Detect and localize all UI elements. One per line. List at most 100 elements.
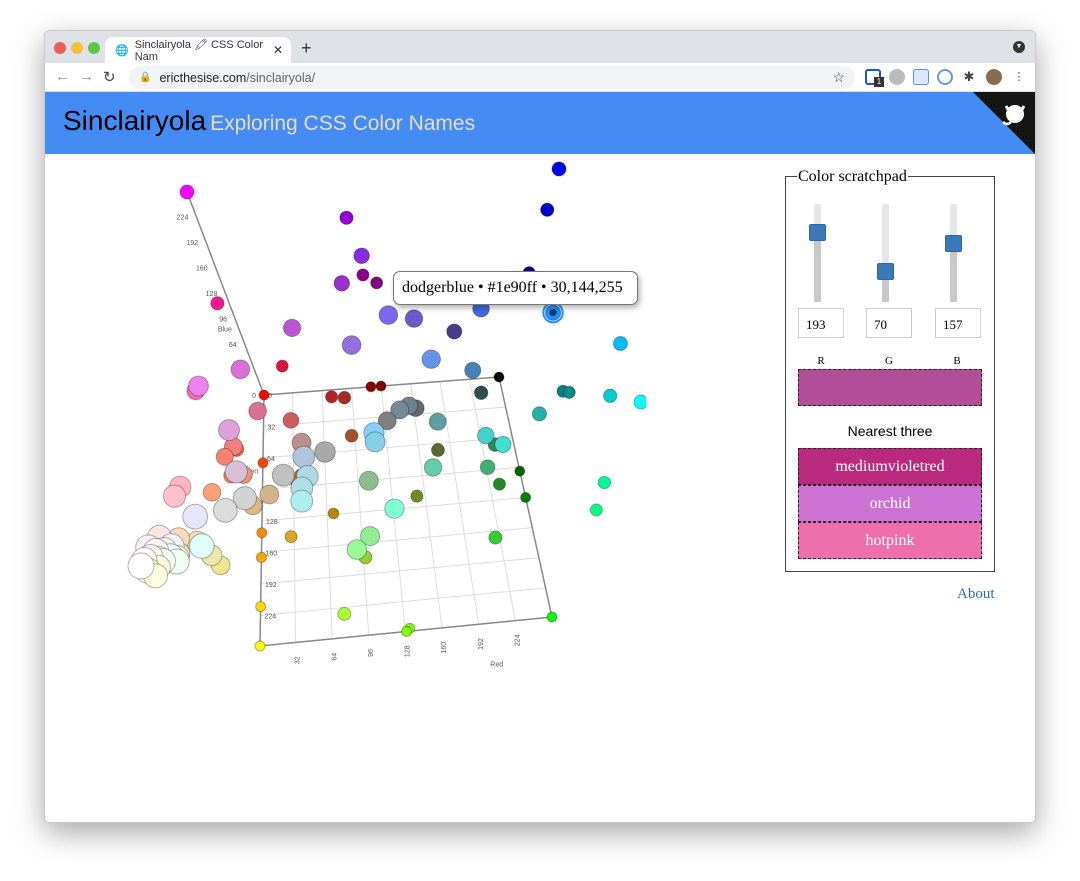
- forward-icon[interactable]: →: [79, 68, 94, 85]
- color-point-mediumorchid[interactable]: [282, 318, 302, 338]
- puzzle-extensions-icon[interactable]: ✱: [961, 69, 977, 85]
- color-point-tan[interactable]: [259, 484, 280, 505]
- avatar[interactable]: [986, 69, 1002, 85]
- color-point-lightsalmon[interactable]: [202, 482, 222, 502]
- color-point-mediumaquamarine[interactable]: [423, 458, 443, 477]
- color-point-darkviolet[interactable]: [339, 210, 354, 225]
- color-point-darkgreen[interactable]: [514, 465, 526, 477]
- color-point-violet[interactable]: [188, 375, 209, 397]
- color-point-darkmagenta[interactable]: [356, 268, 370, 282]
- color-point-darkgray[interactable]: [314, 441, 336, 463]
- color-point-sienna[interactable]: [344, 428, 359, 443]
- color-point-yellow[interactable]: [254, 640, 266, 652]
- red-input[interactable]: 193: [798, 308, 844, 338]
- color-point-chartreuse[interactable]: [401, 625, 413, 637]
- color-point-purple[interactable]: [370, 276, 384, 290]
- bookmark-star-icon[interactable]: ☆: [832, 69, 845, 86]
- color-point-darkturquoise[interactable]: [603, 388, 618, 403]
- color-point-palevioletred[interactable]: [248, 401, 267, 421]
- color-point-mediumturquoise[interactable]: [477, 426, 495, 445]
- reload-icon[interactable]: ↻: [103, 68, 116, 86]
- color-point-slateblue[interactable]: [404, 309, 424, 328]
- color-point-orange[interactable]: [255, 551, 267, 563]
- color-point-darkred[interactable]: [365, 381, 377, 393]
- color-point-darkslategray[interactable]: [473, 385, 489, 400]
- color-point-plum[interactable]: [218, 419, 240, 442]
- address-bar[interactable]: 🔒 ericthesise.com/sinclairyola/ ☆: [129, 66, 855, 89]
- color-3d-scatter[interactable]: 0032323264646496969612812812816016016019…: [45, 154, 646, 823]
- color-point-white[interactable]: [127, 552, 155, 580]
- color-point-darkolivegreen[interactable]: [431, 443, 445, 457]
- color-point-aqua[interactable]: [633, 394, 646, 410]
- docs-extension-icon[interactable]: [913, 69, 929, 85]
- color-point-mediumslateblue[interactable]: [378, 305, 399, 325]
- color-point-orangered[interactable]: [257, 457, 269, 469]
- color-point-mediumblue[interactable]: [540, 202, 555, 217]
- settings-extension-icon[interactable]: [889, 69, 905, 85]
- color-point-aquamarine[interactable]: [384, 498, 405, 519]
- color-point-olivedrab[interactable]: [410, 489, 424, 503]
- color-point-black[interactable]: [493, 371, 505, 383]
- bitwarden-extension-icon[interactable]: 1: [865, 69, 884, 87]
- color-point-limegreen[interactable]: [488, 530, 503, 545]
- color-point-darkorange[interactable]: [256, 527, 268, 539]
- color-point-darkslateblue[interactable]: [446, 323, 463, 340]
- color-point-goldenrod[interactable]: [284, 530, 298, 544]
- color-point-darkcyan[interactable]: [562, 385, 576, 399]
- color-point-mediumpurple[interactable]: [341, 335, 362, 355]
- color-point-mediumspringgreen[interactable]: [597, 475, 612, 490]
- color-point-crimson[interactable]: [275, 359, 289, 373]
- color-point-orchid[interactable]: [230, 359, 251, 380]
- color-point-springgreen[interactable]: [589, 503, 603, 517]
- color-point-brown[interactable]: [337, 390, 352, 405]
- color-point-forestgreen[interactable]: [492, 477, 506, 491]
- color-point-lavender[interactable]: [182, 503, 209, 530]
- color-point-lightsteelblue[interactable]: [292, 445, 316, 469]
- close-window-button[interactable]: [54, 42, 66, 54]
- color-point-greenyellow[interactable]: [337, 606, 352, 621]
- color-point-magenta[interactable]: [179, 184, 195, 200]
- color-point-firebrick[interactable]: [325, 390, 339, 404]
- github-corner-icon[interactable]: [973, 92, 1035, 154]
- red-slider[interactable]: [809, 204, 826, 302]
- color-point-darkorchid[interactable]: [333, 275, 351, 292]
- color-point-green[interactable]: [520, 491, 532, 503]
- blue-input[interactable]: 157: [935, 308, 981, 338]
- color-point-blue[interactable]: [551, 161, 567, 177]
- menu-kebab-icon[interactable]: ⋮: [1011, 69, 1027, 85]
- close-tab-icon[interactable]: ✕: [273, 43, 283, 57]
- color-point-lightseagreen[interactable]: [531, 406, 547, 422]
- color-point-darkgoldenrod[interactable]: [327, 507, 340, 520]
- green-input[interactable]: 70: [866, 308, 912, 338]
- green-slider[interactable]: [877, 204, 894, 302]
- maximize-window-button[interactable]: [88, 42, 100, 54]
- back-icon[interactable]: ←: [55, 68, 70, 85]
- color-point-maroon[interactable]: [375, 380, 387, 392]
- nearest-color-2[interactable]: orchid: [798, 485, 982, 522]
- new-tab-button[interactable]: +: [301, 38, 312, 59]
- color-point-turquoise[interactable]: [494, 435, 512, 454]
- nearest-color-3[interactable]: hotpink: [798, 522, 982, 559]
- color-point-gold[interactable]: [255, 601, 267, 613]
- minimize-window-button[interactable]: [71, 42, 83, 54]
- color-point-thistle[interactable]: [224, 460, 248, 484]
- color-point-palegreen[interactable]: [346, 539, 368, 560]
- color-point-red[interactable]: [258, 389, 270, 401]
- color-point-gainsboro[interactable]: [212, 497, 238, 523]
- color-point-cornflowerblue[interactable]: [421, 349, 441, 369]
- about-link[interactable]: About: [957, 586, 995, 603]
- color-point-steelblue[interactable]: [464, 361, 482, 379]
- color-point-indianred[interactable]: [282, 411, 300, 429]
- color-point-deepskyblue[interactable]: [612, 336, 628, 352]
- color-point-paleturquoise[interactable]: [290, 489, 314, 513]
- color-point-blueviolet[interactable]: [353, 247, 370, 265]
- color-point-silver[interactable]: [271, 463, 295, 487]
- nearest-color-1[interactable]: mediumvioletred: [798, 448, 982, 485]
- color-point-pink[interactable]: [162, 484, 187, 508]
- color-point-skyblue[interactable]: [364, 431, 386, 453]
- color-point-mediumseagreen[interactable]: [479, 459, 496, 476]
- color-point-deeppink[interactable]: [210, 296, 225, 311]
- tab-search-icon[interactable]: ▼: [1013, 41, 1025, 53]
- color-point-cadetblue[interactable]: [428, 412, 447, 431]
- blue-slider[interactable]: [945, 204, 962, 302]
